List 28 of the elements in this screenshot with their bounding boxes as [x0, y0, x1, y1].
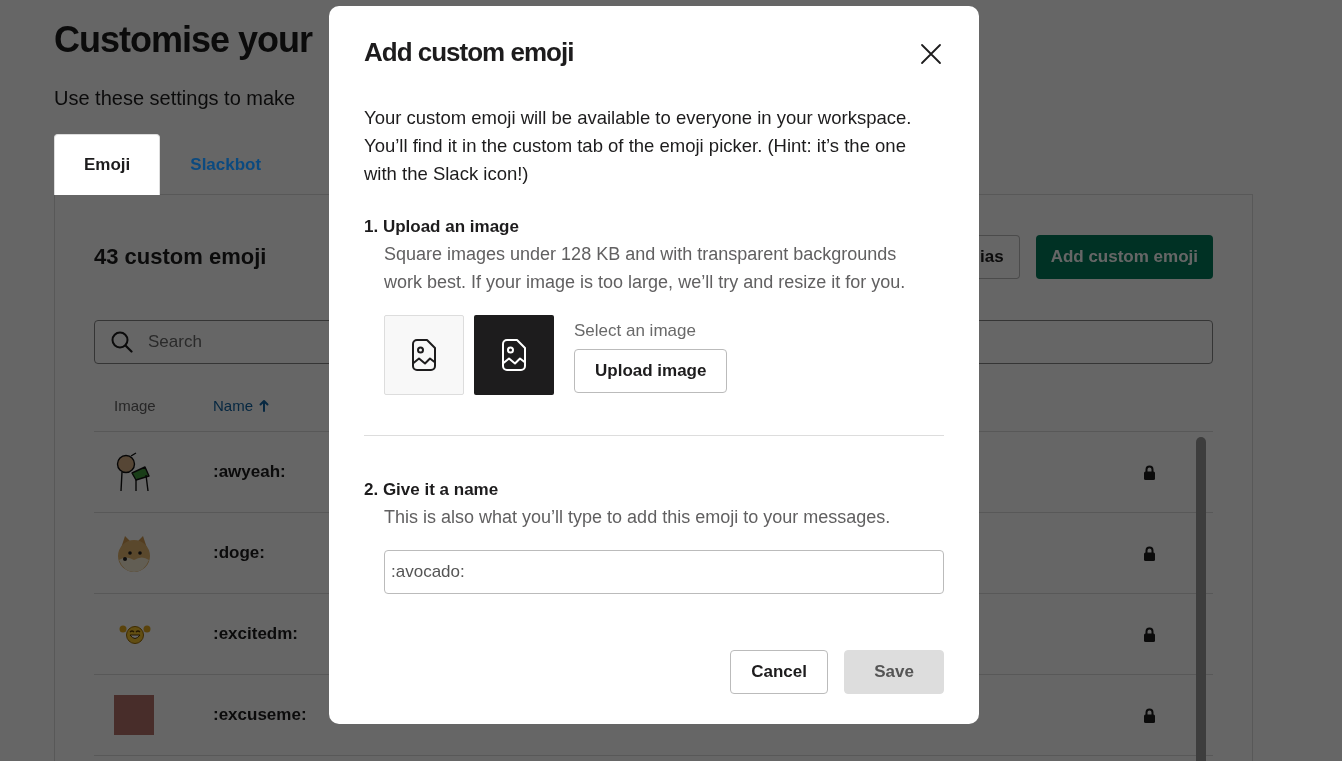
- upload-image-button[interactable]: Upload image: [574, 349, 728, 393]
- name-field[interactable]: :avocado:: [384, 550, 944, 594]
- photo-placeholder: [114, 695, 154, 735]
- page-title: Customise your: [54, 18, 313, 62]
- sort-arrow-icon: [259, 398, 269, 412]
- image-file-icon: [502, 339, 526, 371]
- emoji-name: :doge:: [213, 543, 265, 563]
- file-status-text: Select an image: [574, 320, 696, 342]
- step-heading: 1. Upload an image: [364, 216, 520, 238]
- step-hint: This is also what you’ll type to add this emoji to your messages.: [384, 506, 892, 529]
- close-icon[interactable]: [920, 43, 942, 65]
- tab[interactable]: Emoji: [54, 134, 161, 195]
- image-file-icon: [412, 339, 436, 371]
- column-header: Image: [114, 396, 156, 414]
- alias-button[interactable]: ias: [979, 235, 1020, 279]
- step-hint: Square images under 128 KB and with transparent backgrounds work best. If your image is too large, we’ll try and resize it for you.: [384, 243, 907, 294]
- intro-text: Your custom emoji will be available to everyone in your workspace. You’ll find it in the custom tab of the emoji picker. (Hint: it’s the one with the Slack icon!): [364, 106, 913, 186]
- search-icon: [111, 331, 133, 353]
- smiley-icon: [119, 624, 151, 644]
- emoji-name: :excuseme:: [213, 705, 307, 725]
- cancel-button[interactable]: Cancel: [730, 650, 828, 694]
- page-subtitle: Use these settings to make: [54, 86, 296, 111]
- panel-heading: 43 custom emoji: [94, 244, 267, 270]
- emoji-name: :excitedm:: [213, 624, 299, 644]
- modal-title: Add custom emoji: [364, 36, 574, 68]
- scrollbar[interactable]: [1196, 437, 1206, 761]
- emoji-name: :awyeah:: [213, 462, 286, 482]
- step-heading: 2. Give it a name: [364, 479, 500, 501]
